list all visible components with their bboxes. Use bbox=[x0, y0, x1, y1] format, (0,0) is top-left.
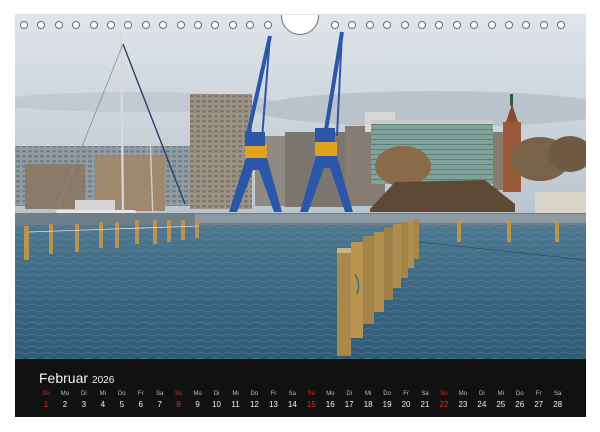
binding-ring bbox=[557, 21, 566, 29]
weekday-label: So bbox=[42, 391, 50, 397]
weekday-label: Mo bbox=[326, 391, 335, 397]
binding-ring bbox=[107, 21, 115, 29]
date-number: 15 bbox=[306, 400, 316, 409]
weekday-label: Di bbox=[81, 391, 87, 397]
harbour-photo-illustration bbox=[15, 14, 586, 359]
binding-ring bbox=[505, 21, 513, 29]
date-number: 14 bbox=[287, 400, 297, 409]
weekday-label: Mo bbox=[60, 391, 70, 397]
weekday-label: Mi bbox=[497, 391, 504, 397]
weekday-label: Fr bbox=[137, 391, 144, 397]
weekday-label: Sa bbox=[156, 391, 164, 397]
binding-ring bbox=[539, 21, 548, 29]
binding-ring bbox=[522, 21, 531, 29]
date-number: 24 bbox=[477, 400, 487, 409]
binding-ring bbox=[331, 21, 339, 29]
binding-ring bbox=[246, 21, 255, 29]
weekday-label: Di bbox=[346, 391, 353, 397]
date-number: 1 bbox=[43, 400, 49, 409]
harbour-photo bbox=[15, 14, 586, 359]
binding-ring bbox=[418, 21, 426, 29]
day-row: So 1 Mo 2 Di 3 Mi 4 Do 5 Fr 6 Sa 7 So 8 Mo 9 Di 10 Mi 11 Do 12 F… bbox=[15, 359, 586, 417]
date-number: 7 bbox=[157, 400, 162, 409]
binding-ring bbox=[141, 21, 150, 29]
weekday-label: Fr bbox=[270, 391, 277, 397]
weekday-label: Do bbox=[117, 391, 126, 397]
spiral-binding bbox=[0, 14, 600, 36]
date-number: 10 bbox=[212, 400, 221, 409]
date-number: 6 bbox=[138, 400, 143, 409]
binding-ring bbox=[365, 21, 374, 29]
date-number: 26 bbox=[515, 400, 525, 409]
weekday-label: Mi bbox=[364, 391, 372, 397]
calendar-strip: Februar 2026 So 1 Mo 2 Di 3 Mi 4 Do 5 Fr 6 Sa 7 So 8 Mo 9 D… bbox=[15, 359, 586, 417]
binding-ring bbox=[228, 21, 237, 29]
date-number: 8 bbox=[176, 400, 181, 409]
date-number: 2 bbox=[62, 400, 68, 409]
binding-ring bbox=[54, 21, 63, 29]
date-number: 23 bbox=[458, 400, 468, 409]
binding-ring bbox=[452, 21, 461, 29]
weekday-label: Fr bbox=[535, 391, 542, 397]
weekday-label: Mi bbox=[99, 391, 107, 397]
date-number: 19 bbox=[382, 400, 392, 409]
binding-ring bbox=[400, 21, 409, 29]
weekday-label: So bbox=[174, 391, 183, 397]
date-number: 28 bbox=[553, 400, 563, 409]
binding-ring bbox=[211, 21, 220, 29]
binding-ring bbox=[348, 21, 357, 29]
weekday-label: Sa bbox=[288, 391, 297, 397]
date-number: 25 bbox=[496, 400, 506, 409]
weekday-label: Di bbox=[479, 391, 485, 397]
date-number: 16 bbox=[325, 400, 335, 409]
weekday-label: Mo bbox=[193, 391, 202, 397]
binding-ring bbox=[176, 21, 185, 29]
weekday-label: Mi bbox=[232, 391, 239, 397]
binding-ring bbox=[72, 21, 81, 29]
binding-ring bbox=[124, 21, 133, 29]
binding-ring bbox=[263, 21, 272, 29]
date-number: 12 bbox=[249, 400, 259, 409]
binding-ring bbox=[37, 21, 46, 29]
weekday-label: Do bbox=[515, 391, 524, 397]
weekday-label: So bbox=[440, 391, 448, 397]
weekday-label: Sa bbox=[421, 391, 429, 397]
weekday-label: So bbox=[307, 391, 315, 397]
binding-ring bbox=[20, 21, 28, 29]
binding-ring bbox=[470, 21, 479, 29]
date-number: 22 bbox=[439, 400, 449, 409]
binding-ring bbox=[89, 21, 98, 29]
date-number: 21 bbox=[420, 400, 430, 409]
weekday-label: Sa bbox=[553, 391, 562, 397]
date-number: 5 bbox=[119, 400, 125, 409]
date-number: 27 bbox=[534, 400, 544, 409]
hanger-notch bbox=[281, 15, 319, 35]
date-number: 17 bbox=[344, 400, 354, 409]
date-number: 4 bbox=[100, 400, 106, 409]
date-number: 9 bbox=[195, 400, 200, 409]
binding-ring bbox=[159, 21, 168, 29]
weekday-label: Do bbox=[250, 391, 259, 397]
weekday-label: Di bbox=[213, 391, 220, 397]
weekday-label: Do bbox=[383, 391, 391, 397]
date-number: 11 bbox=[231, 400, 240, 409]
weekday-label: Fr bbox=[403, 391, 409, 397]
date-number: 13 bbox=[268, 400, 278, 409]
calendar-page: Februar 2026 So 1 Mo 2 Di 3 Mi 4 Do 5 Fr 6 Sa 7 So 8 Mo 9 D… bbox=[0, 0, 600, 432]
date-number: 3 bbox=[81, 400, 87, 409]
date-number: 18 bbox=[363, 400, 373, 409]
weekday-label: Mo bbox=[458, 391, 468, 397]
binding-ring bbox=[194, 21, 202, 29]
binding-ring bbox=[435, 21, 444, 29]
date-number: 20 bbox=[401, 400, 411, 409]
binding-ring bbox=[383, 21, 392, 29]
binding-ring bbox=[487, 21, 496, 29]
